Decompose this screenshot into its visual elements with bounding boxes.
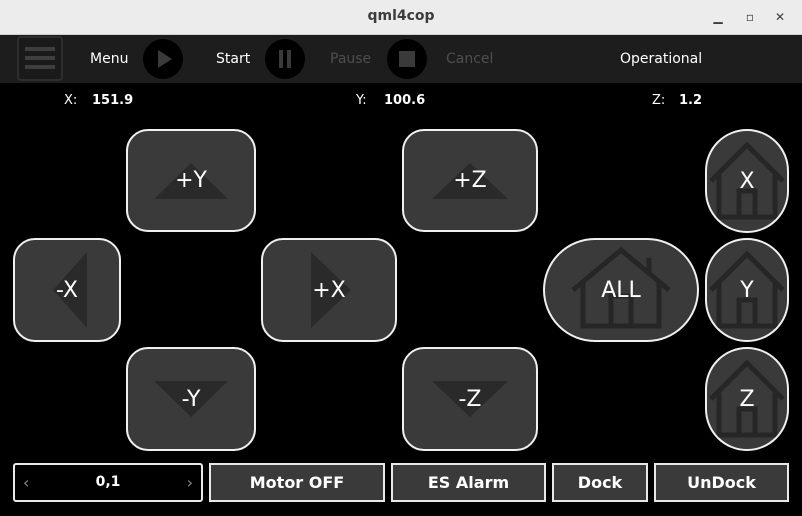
hamburger-icon-bar: [25, 56, 55, 60]
jog-plus-y-label: +Y: [175, 168, 207, 193]
jog-plus-x-button[interactable]: +X: [261, 238, 397, 342]
home-y-label: Y: [740, 277, 754, 303]
y-coord-label: Y:: [356, 93, 367, 108]
home-y-button[interactable]: Y: [705, 238, 789, 342]
jog-plus-z-label: +Z: [453, 168, 487, 193]
pause-icon: [279, 50, 291, 68]
status-text: Operational: [620, 51, 703, 67]
hamburger-icon-bar: [25, 47, 55, 51]
cancel-button[interactable]: [387, 39, 427, 79]
jog-minus-x-button[interactable]: -X: [13, 238, 121, 342]
undock-button[interactable]: UnDock: [654, 463, 789, 502]
home-z-button[interactable]: Z: [705, 347, 789, 451]
jog-minus-z-button[interactable]: -Z: [402, 347, 538, 451]
jog-plus-z-button[interactable]: +Z: [402, 129, 538, 232]
title-bar: qml4cop ▁ ▫ ✕: [0, 0, 802, 35]
menu-button[interactable]: [17, 36, 63, 81]
jog-minus-x-label: -X: [56, 277, 78, 303]
maximize-button[interactable]: ▫: [742, 9, 758, 25]
jog-minus-y-label: -Y: [181, 386, 201, 412]
minimize-button[interactable]: ▁: [710, 9, 726, 25]
z-coord-value: 1.2: [679, 93, 703, 108]
jog-minus-y-button[interactable]: -Y: [126, 347, 256, 451]
cancel-label[interactable]: Cancel: [446, 51, 493, 67]
home-all-label: ALL: [601, 277, 641, 303]
jog-minus-z-label: -Z: [458, 386, 482, 412]
pause-label[interactable]: Pause: [330, 51, 371, 67]
jog-plus-x-label: +X: [312, 277, 346, 303]
step-value: 0,1: [95, 474, 121, 490]
motor-off-button[interactable]: Motor OFF: [209, 463, 385, 502]
z-coord-label: Z:: [652, 93, 666, 108]
menu-label[interactable]: Menu: [90, 51, 128, 67]
step-spinbox[interactable]: ‹ 0,1 ›: [13, 463, 203, 502]
home-z-label: Z: [739, 386, 755, 412]
pause-button[interactable]: [265, 39, 305, 79]
app-window: qml4cop ▁ ▫ ✕ Menu Start Pause Cancel Op…: [0, 0, 802, 516]
home-x-button[interactable]: X: [705, 129, 789, 233]
close-button[interactable]: ✕: [772, 9, 788, 25]
jog-plus-y-button[interactable]: +Y: [126, 129, 256, 232]
home-all-button[interactable]: ALL: [543, 238, 699, 342]
stop-icon: [399, 51, 415, 67]
play-icon: [158, 50, 172, 68]
toolbar: Menu Start Pause Cancel Operational: [0, 35, 802, 83]
start-button[interactable]: [143, 39, 183, 79]
x-coord-value: 151.9: [92, 93, 134, 108]
hamburger-icon-bar: [25, 65, 55, 69]
es-alarm-button[interactable]: ES Alarm: [391, 463, 546, 502]
step-increase-button[interactable]: ›: [187, 473, 193, 492]
y-coord-value: 100.6: [384, 93, 426, 108]
home-x-label: X: [739, 168, 755, 194]
start-label[interactable]: Start: [216, 51, 250, 67]
window-title: qml4cop: [367, 8, 435, 24]
dock-button[interactable]: Dock: [552, 463, 648, 502]
x-coord-label: X:: [64, 93, 78, 108]
